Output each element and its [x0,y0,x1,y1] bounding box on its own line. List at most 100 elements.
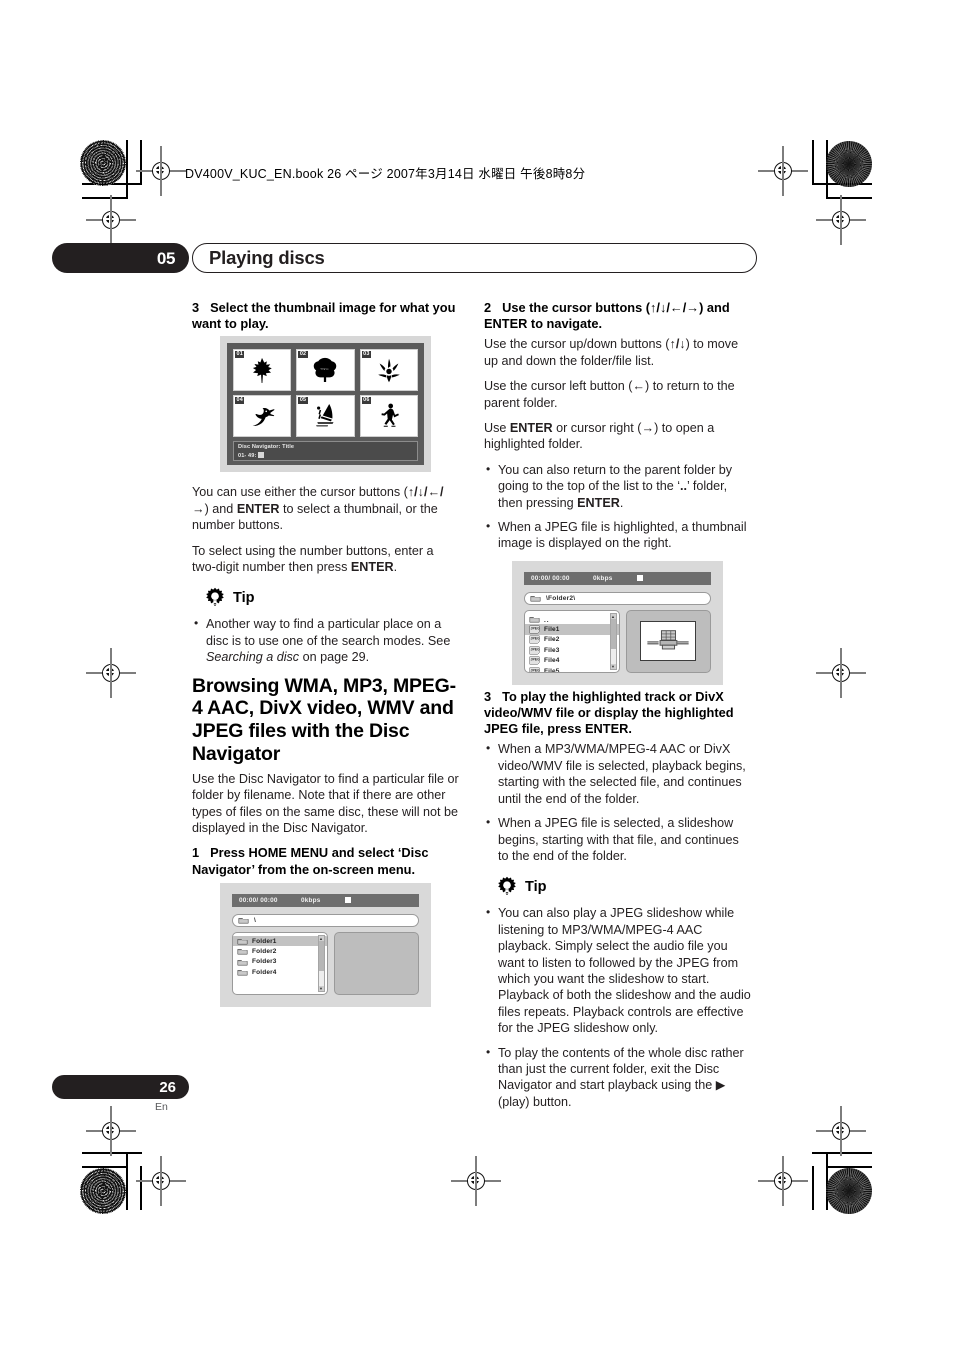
left-step-1-number: 1 [192,845,200,861]
left-step-3-text: Select the thumbnail image for what you … [192,300,456,332]
bullet-item: When a JPEG file is selected, a slidesho… [484,814,751,864]
jpeg-file-icon: JPEG [529,625,540,634]
registration-mark-top-right [758,146,808,196]
registration-mark-right-mid [816,648,866,698]
osd-status-bar: 00:00/ 00:00 0kbps [524,571,711,585]
page-number-badge: 26 [52,1075,189,1099]
thumbnail-caption-line2: 01- 49: [238,452,413,461]
windsurfer-icon [316,404,335,427]
folder-icon [238,918,249,924]
cursor-arrow-right: → [641,421,655,436]
tip-bullet: You can also play a JPEG slideshow while… [484,904,751,1036]
jpeg-file-icon: JPEG [529,635,540,644]
folder-icon [529,617,540,623]
tip-lightbulb-icon [498,877,516,895]
left-column: 3 Select the thumbnail image for what you… [192,300,459,1011]
thumbnail-cell[interactable]: 03 [359,349,418,392]
osd-path-bar: \ [232,913,419,927]
crop-mark-top-left-v [126,140,128,198]
left-paragraph-1: You can use either the cursor buttons (↑… [192,485,444,533]
registration-mark-bottom-left [136,1156,186,1206]
thumbnail-cell[interactable]: 01 [233,349,292,392]
osd-list-row-label: Folder1 [252,937,277,945]
page-language: En [155,1101,168,1113]
osd-list-scrollbar[interactable]: ▲ ▼ [317,934,325,992]
halftone-patch-bottom-right [826,1168,872,1214]
section-heading: Browsing WMA, MP3, MPEG-4 AAC, DivX vide… [192,674,456,766]
osd-list-row[interactable]: Folder2 [233,946,327,956]
jpeg-file-icon: JPEG [529,656,540,665]
cross-reference-title: Searching a disc [206,650,300,665]
osd-list-row[interactable]: Folder4 [233,967,327,977]
crop-mark-top-left-v2 [140,140,142,184]
thumbnail-cell-number: 06 [361,397,372,405]
stop-icon [637,575,643,582]
osd-preview-pane [625,609,711,673]
section-intro-paragraph: Use the Disc Navigator to find a particu… [192,771,459,836]
right-paragraph-1: Use the cursor up/down buttons (↑/↓) to … [484,337,739,368]
disc-navigator-thumbnail-screenshot: 01 02 03 04 05 06 Disc Navigator: Title … [220,336,431,473]
halftone-patch-bottom-left [80,1168,126,1214]
svg-text:JPEG: JPEG [531,637,541,641]
registration-mark-bottom-center [451,1156,501,1206]
osd-list-scrollbar[interactable]: ▲ ▼ [609,612,617,670]
thumbnail-cell[interactable]: 04 [233,395,292,438]
osd-list-row-label: File4 [544,657,560,665]
tip-heading-right: Tip [496,876,751,898]
right-paragraph-3: Use ENTER or cursor right (→) to open a … [484,421,715,452]
bullet-item: When a JPEG file is highlighted, a thumb… [484,518,751,552]
osd-list-row-label: File5 [544,667,560,673]
osd-list-row[interactable]: .. [525,614,619,624]
osd-preview-pane [333,931,419,995]
thumbnail-cell-number: 03 [361,351,372,359]
registration-mark-bottom-right [758,1156,808,1206]
right-step-3-text: To play the highlighted track or DivX vi… [484,688,734,737]
folder-icon [237,970,248,976]
tree-icon [314,358,337,383]
osd-panes: .. JPEG File1 JPEG File2 JPEG File3 JPEG… [524,609,711,673]
osd-list-row[interactable]: JPEG File2 [525,635,619,645]
enter-key-label: ENTER [350,560,394,575]
right-step-3: 3 To play the highlighted track or DivX v… [484,689,751,738]
thumbnail-cell-number: 01 [235,351,245,359]
disc-navigator-folder-screenshot: 00:00/ 00:00 0kbps \ Folder1 Folder2 Fol… [220,882,431,1007]
scrollbar-thumb[interactable] [318,940,324,971]
truck-thumbnail-icon [647,630,689,650]
right-step-2: 2 Use the cursor buttons (↑/↓/←/→) and EN… [484,300,730,332]
thumbnail-cell[interactable]: 05 [296,395,355,438]
osd-list-row[interactable]: JPEG File1 [525,624,619,635]
osd-list-row[interactable]: JPEG File3 [525,645,619,655]
right-bullet-list-2: When a MP3/WMA/MPEG-4 AAC or DivX video/… [484,740,751,864]
right-step-2-number: 2 [484,300,492,315]
left-paragraph-2: To select using the number buttons, ente… [192,543,434,575]
scroll-down-arrow-icon[interactable]: ▼ [610,663,616,669]
cursor-arrows-updown: ↑/↓ [669,337,686,352]
chapter-title-pill: Playing discs [192,243,757,273]
osd-file-list[interactable]: Folder1 Folder2 Folder3 Folder4 ▲ ▼ [232,931,328,995]
halftone-patch-top-right [826,141,872,187]
thumbnail-cell-number: 02 [298,351,308,359]
tip-heading-left: Tip [204,587,459,609]
osd-list-row-label: Folder2 [252,947,277,955]
thumbnail-cell[interactable]: 06 [359,395,418,438]
chapter-title: Playing discs [209,247,325,268]
lily-flower-icon [378,359,400,383]
folder-icon [237,959,248,966]
thumbnail-cell[interactable]: 02 [296,349,355,392]
osd-list-row[interactable]: Folder1 [233,935,327,947]
thumbnail-grid: 01 02 03 04 05 06 Disc Navigator: Title … [227,343,424,466]
left-step-1-text: Press HOME MENU and select ‘Disc Navigat… [192,845,429,877]
scrollbar-thumb[interactable] [610,618,616,649]
scroll-down-arrow-icon[interactable]: ▼ [318,985,324,991]
tip-list-right: You can also play a JPEG slideshow while… [484,904,751,1110]
crop-mark-top-right-h2 [826,197,872,199]
disc-navigator-file-screenshot: 00:00/ 00:00 0kbps \Folder2\ .. JPEG Fil… [512,560,723,685]
osd-file-list[interactable]: .. JPEG File1 JPEG File2 JPEG File3 JPEG… [524,609,620,673]
right-column: 2 Use the cursor buttons (↑/↓/←/→) and EN… [484,300,751,1119]
osd-list-row[interactable]: JPEG File5 [525,666,619,673]
osd-list-row[interactable]: Folder3 [233,957,327,967]
stop-icon [345,897,351,904]
halftone-patch-top-left [80,140,126,186]
osd-list-row[interactable]: JPEG File4 [525,655,619,665]
tip-lightbulb-icon [206,588,224,607]
